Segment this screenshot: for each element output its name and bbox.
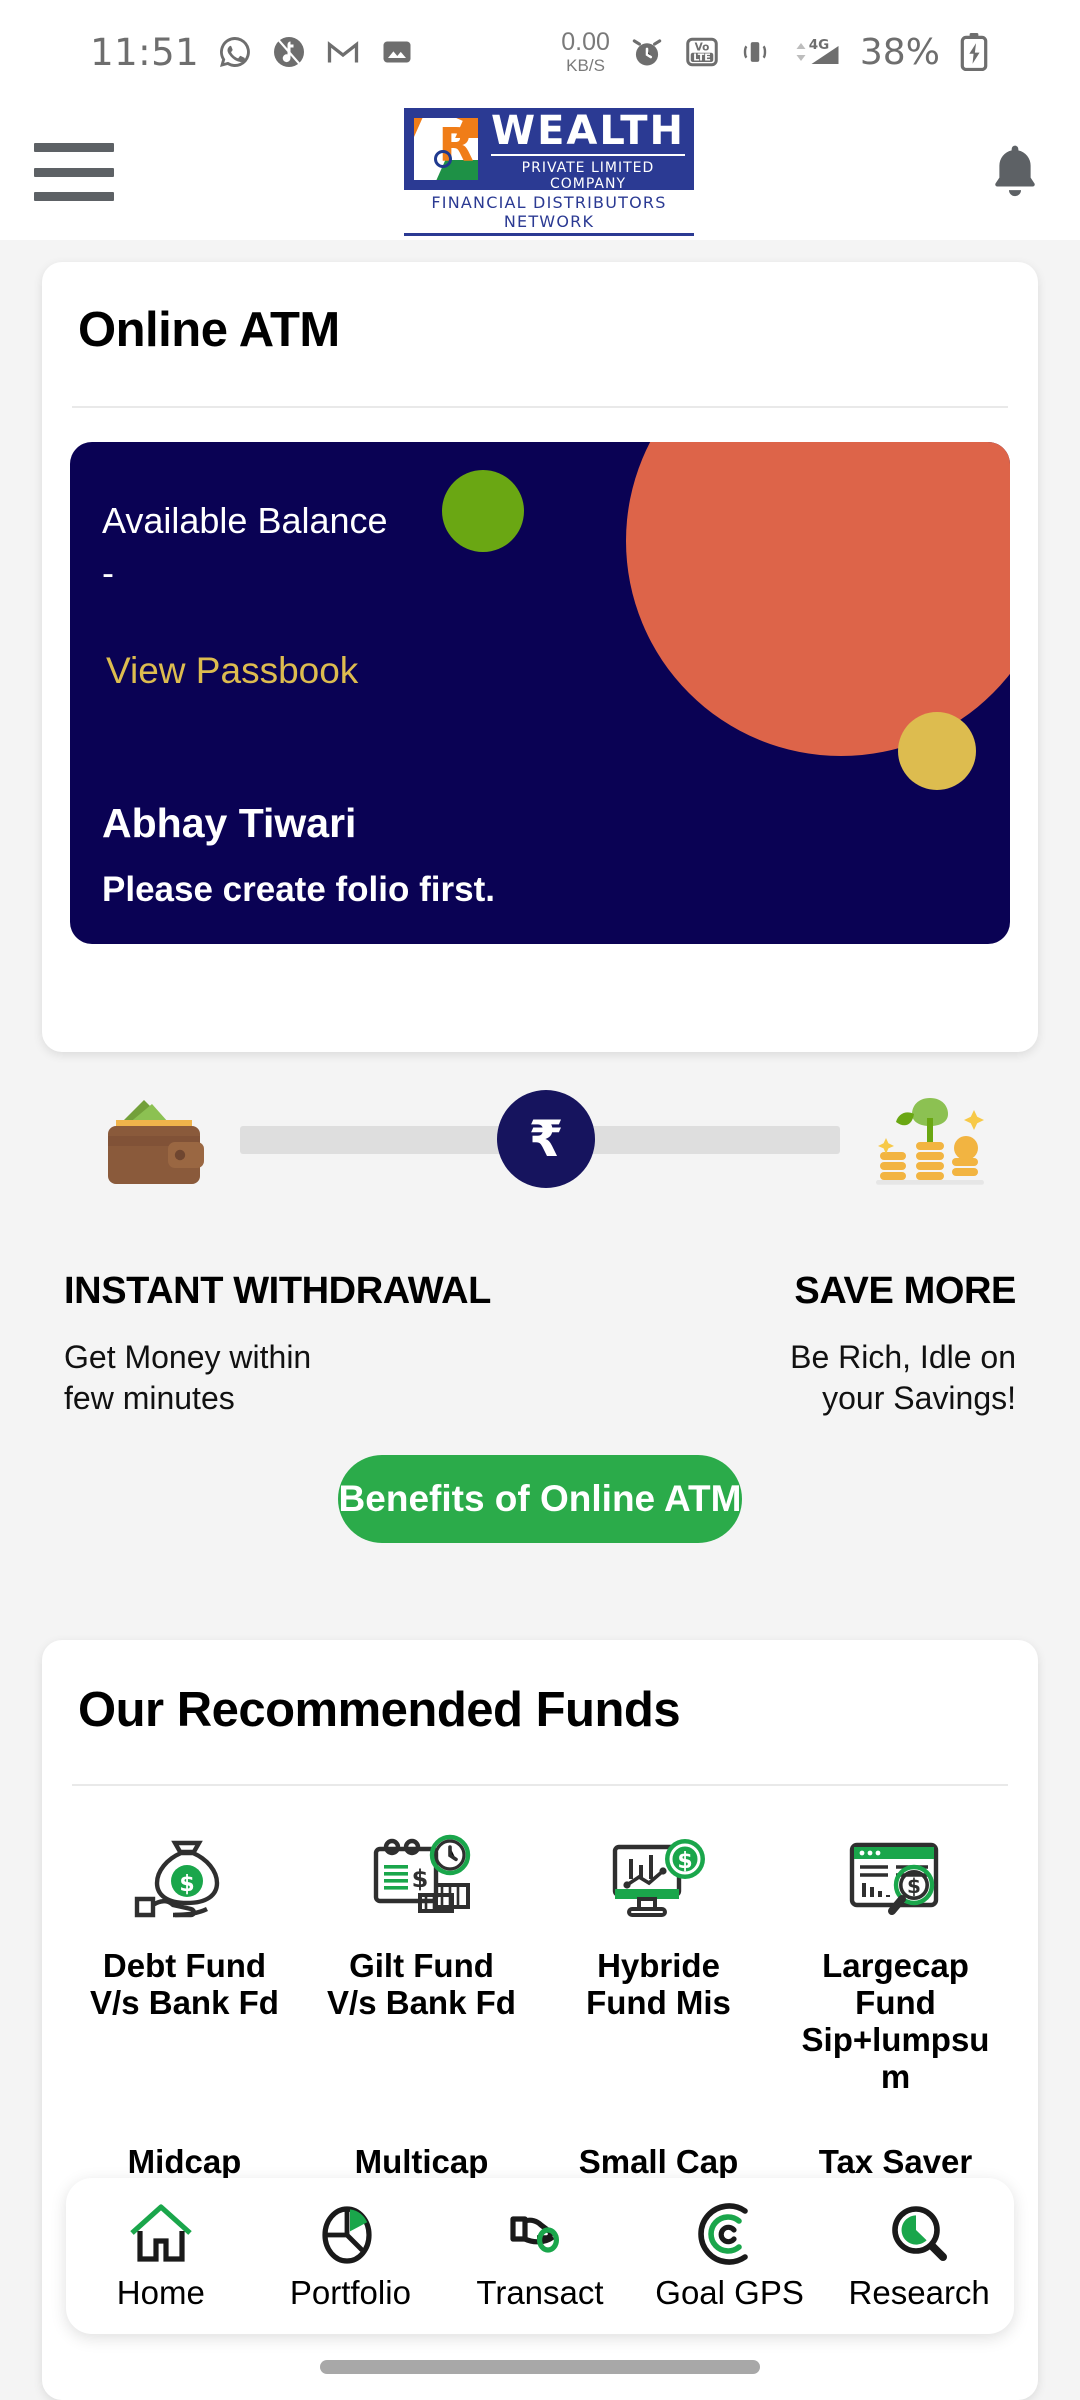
hamburger-menu-icon[interactable] — [34, 143, 114, 201]
fund-label: Tax Saver — [818, 2142, 973, 2180]
decorative-green-circle — [442, 470, 524, 552]
fund-label: Hybride Fund Mis — [586, 1947, 731, 2021]
fund-label: Multicap — [354, 2142, 489, 2180]
nav-label: Portfolio — [289, 2274, 411, 2311]
svg-text:LTE: LTE — [693, 53, 711, 64]
rupee-slider-knob[interactable]: ₹ — [497, 1090, 595, 1188]
magnifier-pie-icon — [883, 2200, 955, 2268]
fund-label: Largecap Fund Sip+lumpsum — [801, 1947, 990, 2095]
funds-title: Our Recommended Funds — [78, 1683, 681, 1737]
balance-banner: Available Balance - View Passbook Abhay … — [70, 442, 1010, 944]
calendar-clock-money-icon: $ — [364, 1830, 480, 1934]
money-bag-hand-icon: $ — [127, 1830, 243, 1934]
fund-label: Small Cap — [578, 2142, 739, 2180]
radar-signal-icon — [694, 2200, 766, 2268]
status-time: 11:51 — [90, 30, 200, 74]
instant-withdrawal-text: Get Money within few minutes — [64, 1339, 312, 1416]
instant-withdrawal-block: INSTANT WITHDRAWAL Get Money within few … — [64, 1270, 491, 1419]
funds-grid: $ Debt Fund V/s Bank Fd $ Gilt Fund V/s … — [42, 1786, 1038, 2181]
browser-chart-search-icon: $ — [838, 1830, 954, 1934]
nav-label: Goal GPS — [655, 2274, 804, 2311]
fund-item-multicap[interactable]: Multicap — [303, 2130, 540, 2181]
user-name: Abhay Tiwari — [102, 800, 357, 846]
data-rate-indicator: 0.00 KB/S — [561, 28, 610, 75]
atm-slider-row: ₹ — [42, 1050, 1038, 1230]
svg-text:4G: 4G — [809, 37, 829, 53]
save-more-text: Be Rich, Idle on your Savings! — [790, 1339, 1016, 1416]
app-screen: 11:51 0.00 KB/S Vo LTE 4G 38% R WEALTH P… — [0, 0, 1080, 2400]
atm-divider — [72, 406, 1008, 408]
battery-percent: 38% — [859, 31, 940, 73]
fund-item-largecap[interactable]: $ Largecap Fund Sip+lumpsum — [777, 1830, 1014, 2096]
svg-text:$: $ — [677, 1849, 692, 1874]
atm-captions: INSTANT WITHDRAWAL Get Money within few … — [42, 1270, 1038, 1430]
save-more-block: SAVE MORE Be Rich, Idle on your Savings! — [790, 1270, 1016, 1419]
fund-item-smallcap[interactable]: Small Cap — [540, 2130, 777, 2181]
gmail-icon — [325, 34, 361, 70]
svg-text:$: $ — [179, 1872, 194, 1897]
volte-icon: Vo LTE — [684, 34, 720, 70]
funds-card-header: Our Recommended Funds — [42, 1640, 1038, 1738]
app-logo: R WEALTH PRIVATE LIMITED COMPANY FINANCI… — [404, 106, 694, 236]
logo-wordmark: WEALTH — [490, 106, 685, 156]
online-atm-card: Online ATM Available Balance - View Pass… — [42, 262, 1038, 1052]
nav-item-home[interactable]: Home — [76, 2200, 246, 2312]
nav-label: Transact — [476, 2274, 604, 2311]
page-title: Online ATM — [78, 303, 340, 357]
vibrate-icon — [738, 35, 772, 69]
home-icon — [125, 2200, 197, 2268]
logo-main-block: R WEALTH PRIVATE LIMITED COMPANY — [404, 106, 694, 192]
fund-label: Debt Fund V/s Bank Fd — [90, 1947, 279, 2021]
instant-withdrawal-heading: INSTANT WITHDRAWAL — [64, 1270, 491, 1312]
hand-coin-icon — [504, 2200, 576, 2268]
home-indicator — [320, 2360, 760, 2374]
svg-text:$: $ — [907, 1874, 921, 1898]
atm-card-header: Online ATM — [42, 262, 1038, 358]
fund-item-debt[interactable]: $ Debt Fund V/s Bank Fd — [66, 1830, 303, 2096]
wallet-cash-icon — [100, 1092, 216, 1192]
4g-signal-icon: 4G — [790, 34, 842, 70]
save-more-heading: SAVE MORE — [794, 1270, 1016, 1312]
monitor-chart-dollar-icon: $ — [601, 1830, 717, 1934]
fund-item-gilt[interactable]: $ Gilt Fund V/s Bank Fd — [303, 1830, 540, 2096]
data-rate-unit: KB/S — [566, 56, 605, 75]
app-header: R WEALTH PRIVATE LIMITED COMPANY FINANCI… — [0, 104, 1080, 240]
status-bar: 11:51 0.00 KB/S Vo LTE 4G 38% — [0, 0, 1080, 104]
view-passbook-link[interactable]: View Passbook — [106, 650, 358, 692]
fund-item-hybride[interactable]: $ Hybride Fund Mis — [540, 1830, 777, 2096]
battery-charging-icon — [958, 33, 990, 71]
fund-label: Midcap — [127, 2142, 242, 2180]
nav-label: Home — [116, 2274, 205, 2311]
nav-item-goal-gps[interactable]: Goal GPS — [645, 2200, 815, 2312]
nav-item-portfolio[interactable]: Portfolio — [265, 2200, 435, 2312]
money-plant-growth-icon — [870, 1086, 990, 1196]
benefits-of-online-atm-button[interactable]: Benefits of Online ATM — [338, 1455, 742, 1543]
silent-mode-icon — [271, 34, 307, 70]
svg-text:$: $ — [411, 1865, 428, 1893]
logo-subtitle: PRIVATE LIMITED COMPANY — [521, 160, 655, 192]
nav-item-research[interactable]: Research — [834, 2200, 1004, 2312]
decorative-salmon-circle — [626, 442, 1010, 756]
decorative-gold-circle — [898, 712, 976, 790]
fund-label: Gilt Fund V/s Bank Fd — [327, 1947, 516, 2021]
nav-label: Research — [848, 2274, 990, 2311]
logo-network-line: FINANCIAL DISTRIBUTORS NETWORK — [404, 193, 694, 236]
data-rate-value: 0.00 — [561, 28, 610, 56]
photos-icon — [379, 34, 415, 70]
alarm-icon — [628, 33, 666, 71]
available-balance-label: Available Balance — [102, 500, 388, 541]
available-balance-value: - — [102, 552, 114, 593]
nav-item-transact[interactable]: Transact — [455, 2200, 625, 2312]
bell-icon[interactable] — [984, 137, 1046, 207]
pie-chart-icon — [314, 2200, 386, 2268]
whatsapp-icon — [217, 34, 253, 70]
logo-emblem-icon: R — [412, 116, 480, 182]
fund-item-midcap[interactable]: Midcap — [66, 2130, 303, 2181]
bottom-navigation-bar: Home Portfolio Transact Goal GPS Researc… — [66, 2178, 1014, 2334]
folio-message: Please create folio first. — [102, 870, 495, 909]
fund-item-taxsaver[interactable]: Tax Saver — [777, 2130, 1014, 2181]
